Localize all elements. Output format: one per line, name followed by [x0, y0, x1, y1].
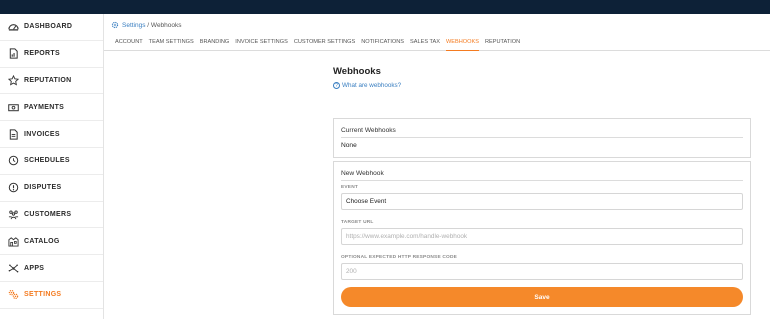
current-webhooks-title: Current Webhooks [341, 127, 743, 138]
sidebar-item-schedules[interactable]: SCHEDULES [0, 148, 103, 175]
payments-icon [7, 101, 19, 113]
help-link[interactable]: ? What are webhooks? [333, 82, 745, 89]
sidebar-item-reputation[interactable]: REPUTATION [0, 68, 103, 95]
clock-icon [7, 155, 19, 167]
tab-notifications[interactable]: NOTIFICATIONS [361, 36, 404, 51]
help-icon: ? [333, 82, 340, 89]
customers-icon [7, 208, 19, 220]
sidebar-item-label: PAYMENTS [24, 103, 65, 111]
tab-account[interactable]: ACCOUNT [115, 36, 143, 51]
apps-icon [7, 262, 19, 274]
sidebar-item-label: CUSTOMERS [24, 210, 72, 218]
sidebar-item-customers[interactable]: CUSTOMERS [0, 202, 103, 229]
sidebar-item-label: DASHBOARD [24, 23, 73, 31]
sidebar-item-label: APPS [24, 264, 45, 272]
sidebar: DASHBOARD REPORTS REPUTATION PAYMENTS IN… [0, 14, 104, 319]
target-url-input[interactable]: https://www.example.com/handle-webhook [341, 228, 743, 245]
current-webhooks-value: None [341, 142, 357, 149]
new-webhook-title: New Webhook [341, 170, 743, 181]
main-panel: Settings / Webhooks ACCOUNT TEAM SETTING… [104, 14, 770, 319]
sidebar-item-apps[interactable]: APPS [0, 255, 103, 282]
sidebar-item-label: SCHEDULES [24, 157, 70, 165]
target-url-placeholder: https://www.example.com/handle-webhook [346, 233, 468, 240]
sidebar-item-label: SETTINGS [24, 291, 62, 299]
sidebar-item-label: REPUTATION [24, 76, 72, 84]
tab-sales-tax[interactable]: SALES TAX [410, 36, 440, 51]
sidebar-item-invoices[interactable]: INVOICES [0, 121, 103, 148]
page-title: Webhooks [333, 66, 381, 77]
sidebar-item-label: INVOICES [24, 130, 60, 138]
report-icon [7, 48, 19, 60]
tab-branding[interactable]: BRANDING [200, 36, 230, 51]
breadcrumb-settings-link[interactable]: Settings [122, 22, 146, 29]
webhooks-content: Webhooks ? What are webhooks? Current We… [333, 66, 751, 315]
save-button[interactable]: Save [341, 287, 743, 307]
sidebar-item-label: CATALOG [24, 237, 60, 245]
alert-icon [7, 182, 19, 194]
sidebar-item-payments[interactable]: PAYMENTS [0, 94, 103, 122]
settings-icon [7, 289, 19, 301]
current-webhooks-card: Current Webhooks None [333, 118, 751, 158]
new-webhook-card: New Webhook EVENT Choose Event TARGET UR… [333, 161, 751, 315]
event-select[interactable]: Choose Event [341, 193, 743, 210]
tab-team-settings[interactable]: TEAM SETTINGS [149, 36, 194, 51]
star-icon [7, 74, 19, 86]
invoice-icon [7, 128, 19, 140]
sidebar-item-disputes[interactable]: DISPUTES [0, 175, 103, 202]
event-select-value: Choose Event [346, 198, 387, 205]
top-bar [0, 0, 770, 14]
sidebar-item-settings[interactable]: SETTINGS [0, 282, 103, 309]
tab-customer-settings[interactable]: CUSTOMER SETTINGS [294, 36, 355, 51]
tab-invoice-settings[interactable]: INVOICE SETTINGS [235, 36, 288, 51]
breadcrumb: Settings / Webhooks [104, 14, 770, 36]
gear-icon [111, 21, 119, 29]
sidebar-item-catalog[interactable]: CATALOG [0, 228, 103, 256]
settings-tabs: ACCOUNT TEAM SETTINGS BRANDING INVOICE S… [104, 36, 770, 51]
sidebar-item-dashboard[interactable]: DASHBOARD [0, 14, 103, 41]
breadcrumb-current: Webhooks [150, 21, 182, 29]
tab-webhooks[interactable]: WEBHOOKS [445, 36, 479, 51]
catalog-icon [7, 235, 19, 247]
event-label: EVENT [341, 185, 358, 190]
sidebar-item-label: REPORTS [24, 50, 60, 58]
sidebar-item-reports[interactable]: REPORTS [0, 41, 103, 68]
dashboard-icon [7, 21, 19, 33]
target-url-label: TARGET URL [341, 220, 374, 225]
tab-reputation[interactable]: REPUTATION [485, 36, 520, 51]
response-code-input[interactable]: 200 [341, 263, 743, 280]
help-link-label: What are webhooks? [342, 82, 402, 89]
response-code-label: OPTIONAL EXPECTED HTTP RESPONSE CODE [341, 255, 458, 260]
sidebar-item-label: DISPUTES [24, 184, 62, 192]
response-code-placeholder: 200 [346, 268, 357, 275]
